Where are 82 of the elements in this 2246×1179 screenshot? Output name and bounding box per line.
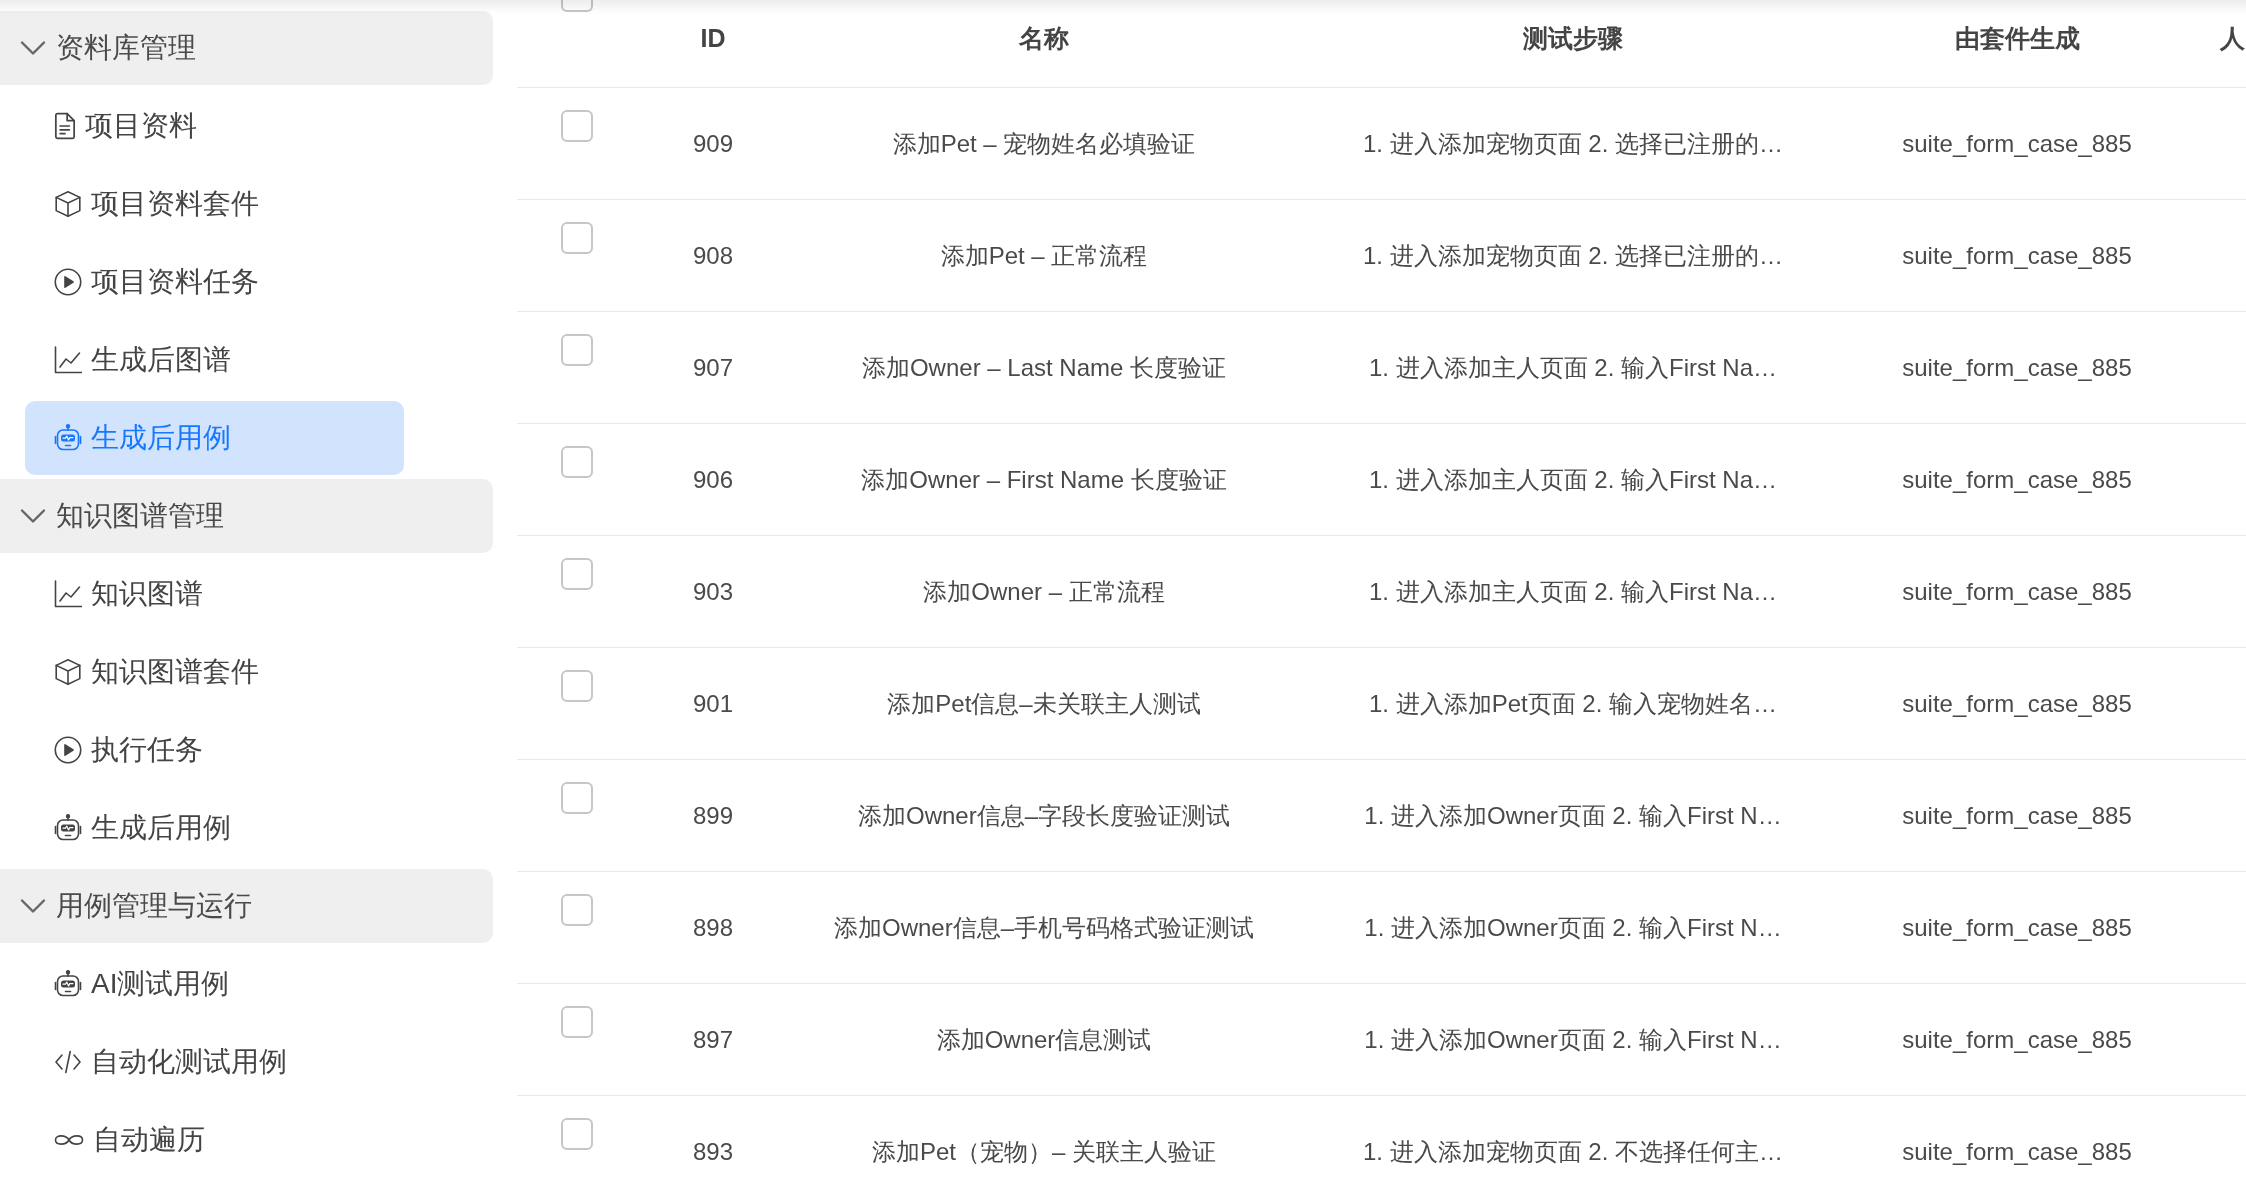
test-steps: 1. 进入添加宠物页面 2. 选择已注册的… <box>1362 127 1783 160</box>
sidebar-item[interactable]: 知识图谱套件 <box>25 635 404 709</box>
row-checkbox[interactable] <box>561 1118 593 1150</box>
column-header: 名称 <box>1019 23 1069 54</box>
case-name: 添加Pet信息–未关联主人测试 <box>887 688 1201 719</box>
test-steps: 1. 进入添加主人页面 2. 输入First Na… <box>1368 575 1777 608</box>
sidebar-item[interactable]: 生成后用例 <box>25 791 404 865</box>
suite-name: suite_form_case_885 <box>1902 352 2132 383</box>
case-name: 添加Owner信息–手机号码格式验证测试 <box>833 912 1254 943</box>
test-steps: 1. 进入添加主人页面 2. 输入First Na… <box>1368 463 1777 496</box>
test-steps: 1. 进入添加Owner页面 2. 输入First N… <box>1364 911 1782 944</box>
document-icon <box>54 112 76 140</box>
row-checkbox[interactable] <box>561 334 593 366</box>
case-id: 906 <box>692 464 733 495</box>
row-checkbox[interactable] <box>561 894 593 926</box>
suite-name: suite_form_case_885 <box>1902 464 2132 495</box>
case-id: 907 <box>692 352 733 383</box>
suite-name: suite_form_case_885 <box>1902 1024 2132 1055</box>
suite-name: suite_form_case_885 <box>1902 240 2132 271</box>
play-circle-icon <box>54 736 82 764</box>
suite-name: suite_form_case_885 <box>1902 128 2132 159</box>
case-name: 添加Owner – Last Name 长度验证 <box>861 352 1227 383</box>
group-header[interactable]: 用例管理与运行 <box>0 869 493 943</box>
suite-name: suite_form_case_885 <box>1902 576 2132 607</box>
column-header: ID <box>700 23 726 54</box>
column-header: 测试步骤 <box>1523 23 1623 54</box>
cube-icon <box>54 658 82 686</box>
row-checkbox[interactable] <box>561 222 593 254</box>
sidebar-item[interactable]: 执行任务 <box>25 713 404 787</box>
suite-name: suite_form_case_885 <box>1902 1136 2132 1167</box>
sidebar-item[interactable]: AI测试用例 <box>25 947 404 1021</box>
code-icon <box>54 1048 82 1076</box>
case-name: 添加Owner信息–字段长度验证测试 <box>857 800 1230 831</box>
sidebar-item[interactable]: 项目资料任务 <box>25 245 404 319</box>
row-checkbox[interactable] <box>561 558 593 590</box>
case-id: 893 <box>692 1136 733 1167</box>
case-name: 添加Pet – 正常流程 <box>940 240 1148 271</box>
sidebar-item[interactable]: 自动遍历 <box>25 1103 404 1177</box>
sidebar-item[interactable]: 知识图谱 <box>25 557 404 631</box>
case-id: 899 <box>692 800 733 831</box>
test-steps: 1. 进入添加主人页面 2. 输入First Na… <box>1368 351 1777 384</box>
case-name: 添加Owner – First Name 长度验证 <box>861 464 1227 495</box>
case-id: 901 <box>692 688 733 719</box>
suite-name: suite_form_case_885 <box>1902 800 2132 831</box>
case-name: 添加Owner – 正常流程 <box>923 576 1165 607</box>
infinity-icon <box>54 1132 84 1148</box>
line-chart-icon <box>54 580 82 608</box>
line-chart-icon <box>54 346 82 374</box>
robot-icon <box>54 424 82 452</box>
test-steps: 1. 进入添加Owner页面 2. 输入First N… <box>1364 799 1782 832</box>
case-id: 898 <box>692 912 733 943</box>
test-steps: 1. 进入添加Owner页面 2. 输入First N… <box>1364 1023 1782 1056</box>
sidebar-item[interactable]: 自动化测试用例 <box>25 1025 404 1099</box>
row-checkbox[interactable] <box>561 446 593 478</box>
column-header: 由套件生成 <box>1954 23 2080 54</box>
row-checkbox[interactable] <box>561 1006 593 1038</box>
case-name: 添加Pet（宠物）– 关联主人验证 <box>871 1136 1216 1167</box>
test-steps: 1. 进入添加宠物页面 2. 不选择任何主… <box>1362 1135 1783 1168</box>
row-checkbox[interactable] <box>561 782 593 814</box>
robot-icon <box>54 814 82 842</box>
sidebar-item[interactable]: 项目资料 <box>25 89 404 163</box>
test-steps: 1. 进入添加宠物页面 2. 选择已注册的… <box>1362 239 1783 272</box>
play-circle-icon <box>54 268 82 296</box>
suite-name: suite_form_case_885 <box>1902 912 2132 943</box>
suite-name: suite_form_case_885 <box>1902 688 2132 719</box>
cube-icon <box>54 190 82 218</box>
column-header: 人 <box>2220 23 2245 54</box>
group-header[interactable]: 资料库管理 <box>0 11 493 85</box>
sidebar-item[interactable]: 生成后图谱 <box>25 323 404 397</box>
case-name: 添加Pet – 宠物姓名必填验证 <box>892 128 1196 159</box>
row-checkbox[interactable] <box>561 670 593 702</box>
row-checkbox[interactable] <box>561 110 593 142</box>
case-name: 添加Owner信息测试 <box>936 1024 1152 1055</box>
case-id: 903 <box>692 576 733 607</box>
test-steps: 1. 进入添加Pet页面 2. 输入宠物姓名… <box>1368 687 1778 720</box>
robot-icon <box>54 970 82 998</box>
case-id: 908 <box>692 240 733 271</box>
sidebar-item[interactable]: 项目资料套件 <box>25 167 404 241</box>
group-header[interactable]: 知识图谱管理 <box>0 479 493 553</box>
case-id: 897 <box>692 1024 733 1055</box>
select-all-checkbox[interactable] <box>561 0 593 12</box>
case-id: 909 <box>692 128 733 159</box>
